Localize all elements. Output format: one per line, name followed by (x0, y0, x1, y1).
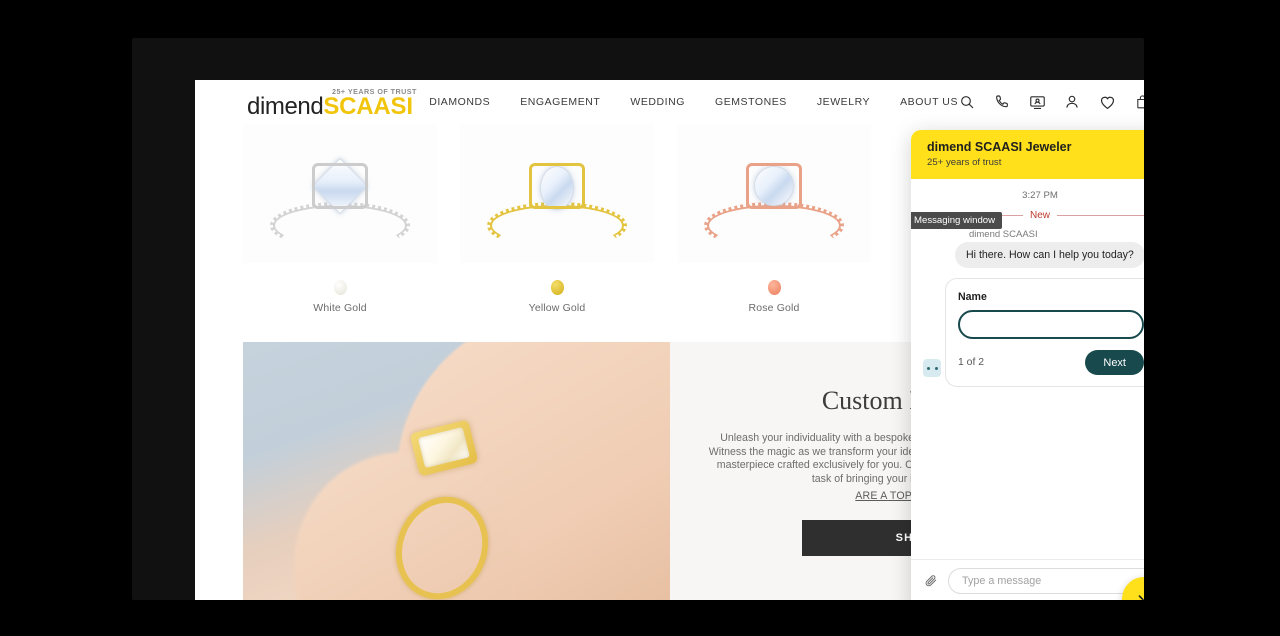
messaging-composer-area: Z Built with Zendesk (911, 559, 1144, 600)
form-step-counter: 1 of 2 (958, 357, 984, 368)
agent-message-row: Hi there. How can I help you today? (923, 242, 1144, 268)
wishlist-heart-icon[interactable] (1098, 93, 1116, 111)
site-header: 25+ YEARS OF TRUST dimendSCAASI DIAMONDS… (195, 80, 1144, 124)
main-navigation: DIAMONDS ENGAGEMENT WEDDING GEMSTONES JE… (429, 96, 958, 108)
swatch-rose-gold[interactable] (767, 280, 781, 295)
browser-frame: 25+ YEARS OF TRUST dimendSCAASI DIAMONDS… (132, 38, 1144, 600)
swatch-yellow-gold[interactable] (550, 280, 564, 295)
logo-text-dark: dimend (247, 93, 324, 120)
message-input[interactable] (948, 568, 1144, 594)
messaging-window-tooltip: Messaging window (911, 212, 1003, 229)
agent-message-bubble: Hi there. How can I help you today? (955, 242, 1144, 268)
bot-avatar (923, 359, 941, 377)
nav-item-engagement[interactable]: ENGAGEMENT (520, 96, 600, 108)
paperclip-icon[interactable] (921, 571, 941, 591)
prechat-form-card: Name 1 of 2 Next (945, 278, 1144, 387)
account-icon[interactable] (1063, 93, 1081, 111)
nav-item-jewelry[interactable]: JEWELRY (817, 96, 870, 108)
messaging-widget-subtitle: 25+ years of trust (927, 157, 1002, 168)
messaging-widget: dimend SCAASI Jeweler 25+ years of trust… (911, 130, 1144, 600)
product-card-yellow-gold[interactable]: Yellow Gold (460, 124, 654, 314)
site-logo[interactable]: 25+ YEARS OF TRUST dimendSCAASI (247, 85, 416, 120)
messaging-widget-title: dimend SCAASI Jeweler (927, 140, 1072, 154)
banner-ring-photo (243, 342, 670, 600)
logo-wordmark: dimendSCAASI (247, 93, 413, 121)
prechat-form-footer: 1 of 2 Next (958, 350, 1144, 375)
conversation-timestamp: 3:27 PM (1022, 190, 1058, 201)
search-icon[interactable] (958, 93, 976, 111)
header-icon-group (958, 93, 1144, 111)
product-label-yellow-gold: Yellow Gold (528, 302, 586, 314)
composer-row (921, 568, 1144, 594)
kebab-menu-icon[interactable] (1141, 139, 1144, 157)
nav-item-gemstones[interactable]: GEMSTONES (715, 96, 787, 108)
nav-item-diamonds[interactable]: DIAMONDS (429, 96, 490, 108)
product-card-rose-gold[interactable]: Rose Gold (677, 124, 871, 314)
nav-item-about-us[interactable]: ABOUT US (900, 96, 958, 108)
page-viewport: 25+ YEARS OF TRUST dimendSCAASI DIAMONDS… (195, 80, 1144, 600)
chevron-down-icon (1135, 589, 1144, 600)
ring-image-yellow-gold[interactable] (460, 124, 654, 264)
screen: 25+ YEARS OF TRUST dimendSCAASI DIAMONDS… (0, 0, 1280, 636)
ring-image-rose-gold[interactable] (677, 124, 871, 264)
nav-item-wedding[interactable]: WEDDING (630, 96, 685, 108)
phone-icon[interactable] (993, 93, 1011, 111)
name-input[interactable] (958, 310, 1144, 339)
messaging-conversation-log: 3:27 PM New dimend SCAASI Hi there. How … (911, 179, 1144, 559)
prechat-form-row: Name 1 of 2 Next (923, 278, 1144, 387)
message-sender-name: dimend SCAASI (969, 229, 1038, 240)
name-field-label: Name (958, 291, 987, 303)
product-label-rose-gold: Rose Gold (748, 302, 800, 314)
product-label-white-gold: White Gold (313, 302, 367, 314)
video-chat-icon[interactable] (1028, 93, 1046, 111)
logo-text-accent: SCAASI (323, 93, 413, 120)
next-button[interactable]: Next (1085, 350, 1144, 375)
shopping-bag-icon[interactable] (1133, 93, 1144, 111)
swatch-white-gold[interactable] (333, 280, 347, 295)
product-card-white-gold[interactable]: White Gold (243, 124, 437, 314)
ring-image-white-gold[interactable] (243, 124, 437, 264)
new-messages-label: New (1030, 210, 1051, 221)
messaging-widget-header: dimend SCAASI Jeweler 25+ years of trust (911, 130, 1144, 179)
